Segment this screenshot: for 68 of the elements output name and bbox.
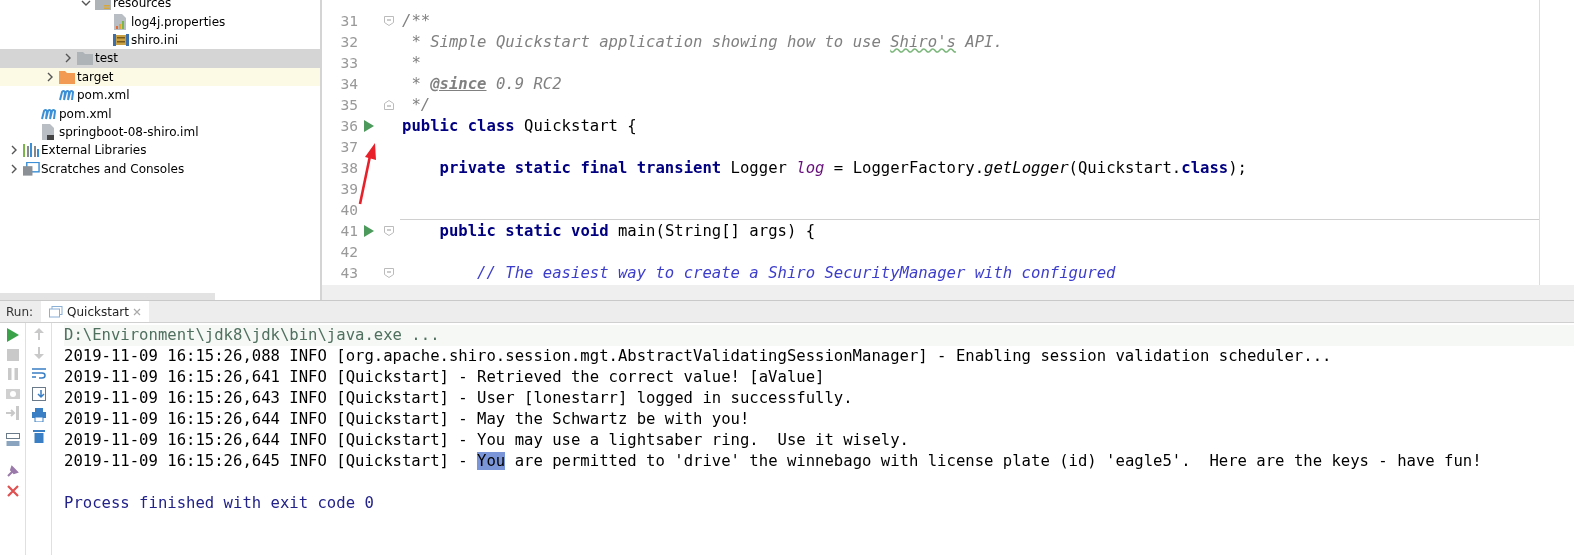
console-line: Process finished with exit code 0 bbox=[64, 494, 374, 512]
fold-icon[interactable] bbox=[384, 99, 394, 110]
tree-item[interactable]: Scratches and Consoles bbox=[0, 159, 320, 178]
line-number: 41 bbox=[339, 222, 358, 239]
tree-item[interactable]: pom.xml bbox=[0, 104, 320, 123]
run-icon[interactable] bbox=[6, 328, 19, 342]
code-line: // The easiest way to create a Shiro SecurityManager with configured bbox=[476, 263, 1116, 282]
line-number: 34 bbox=[339, 75, 358, 92]
tree-item[interactable]: log4j.properties bbox=[0, 12, 320, 31]
console-icon bbox=[23, 161, 40, 176]
code-line: * Simple Quickstart application showing how to use Shiro's API. bbox=[410, 32, 1003, 51]
line-number: 43 bbox=[339, 264, 358, 281]
line-number: 35 bbox=[339, 96, 358, 113]
fold-icon[interactable] bbox=[384, 267, 394, 278]
run-label: Run: bbox=[5, 304, 35, 319]
tree-item[interactable]: External Libraries bbox=[0, 141, 320, 160]
tree-item[interactable]: pom.xml bbox=[0, 85, 320, 105]
line-number: 37 bbox=[339, 138, 358, 155]
console-line: 2019-11-09 16:15:26,643 INFO [Quickstart] - User [lonestarr] logged in successfully. bbox=[64, 389, 853, 407]
properties-file-icon bbox=[113, 13, 127, 30]
console-line: 2019-11-09 16:15:26,644 INFO [Quickstart] - You may use a lightsaber ring. Use it wisely. bbox=[64, 431, 909, 449]
libraries-icon bbox=[23, 143, 39, 158]
tree-item[interactable]: test bbox=[0, 49, 320, 68]
line-number: 40 bbox=[339, 201, 358, 218]
line-number: 33 bbox=[339, 54, 358, 71]
tree-item[interactable]: shiro.ini bbox=[0, 30, 320, 50]
line-number: 36 bbox=[339, 117, 358, 134]
console-line: D:\Environment\jdk8\jdk\bin\java.exe ... bbox=[64, 326, 440, 344]
code-line: * @since 0.9 RC2 bbox=[410, 74, 562, 93]
console-tab[interactable]: Quickstart bbox=[41, 301, 149, 322]
scrollbar[interactable] bbox=[322, 285, 1574, 300]
maven-icon bbox=[41, 107, 57, 120]
code-line: public static void main(String[] args) { bbox=[438, 221, 816, 240]
annotation-arrow bbox=[358, 143, 376, 205]
code-line: /** bbox=[401, 11, 431, 30]
layout-icon[interactable] bbox=[5, 433, 20, 447]
code-line: public class Quickstart { bbox=[401, 116, 637, 135]
scroll-end-icon[interactable] bbox=[31, 387, 46, 401]
config-file-icon bbox=[113, 31, 129, 48]
code-line: */ bbox=[410, 95, 431, 114]
tree-item[interactable]: resources bbox=[0, 0, 320, 13]
fold-icon[interactable] bbox=[384, 225, 394, 236]
trash-icon[interactable] bbox=[32, 429, 45, 443]
console-line: 2019-11-09 16:15:26,644 INFO [Quickstart] - May the Schwartz be with you! bbox=[64, 410, 750, 428]
run-icon[interactable] bbox=[364, 119, 374, 132]
wrap-icon[interactable] bbox=[31, 366, 46, 380]
scrollbar-thumb[interactable] bbox=[0, 293, 215, 300]
console-line: 2019-11-09 16:15:26,641 INFO [Quickstart] - Retrieved the correct value! [aValue] bbox=[64, 368, 825, 386]
line-number: 31 bbox=[339, 12, 358, 29]
fold-icon[interactable] bbox=[384, 15, 394, 26]
code-line: * bbox=[410, 53, 421, 72]
print-icon[interactable] bbox=[31, 408, 46, 422]
resources-folder-icon bbox=[95, 0, 111, 11]
console-line: 2019-11-09 16:15:26,645 INFO [Quickstart] - You are permitted to 'drive' the winnebago with license plate (id) 'eagle5'. Here are the keys - have fun! bbox=[64, 452, 1482, 470]
line-number: 39 bbox=[339, 180, 358, 197]
close-icon[interactable] bbox=[6, 485, 19, 497]
tree-item[interactable]: springboot-08-shiro.iml bbox=[0, 122, 320, 142]
maven-icon bbox=[59, 89, 75, 102]
close-icon[interactable] bbox=[132, 307, 141, 316]
run-icon[interactable] bbox=[364, 224, 374, 237]
console-icon bbox=[49, 305, 64, 318]
line-number: 32 bbox=[339, 33, 358, 50]
pin-icon[interactable] bbox=[5, 464, 20, 478]
console-line: 2019-11-09 16:15:26,088 INFO [org.apache.shiro.session.mgt.AbstractValidatingSessionManager] - Enabling session validation scheduler... bbox=[64, 347, 1332, 365]
module-file-icon bbox=[41, 123, 55, 140]
line-number: 38 bbox=[339, 159, 358, 176]
line-number: 42 bbox=[339, 243, 358, 260]
code-line: private static final transient Logger log = LoggerFactory.getLogger(Quickstart.class); bbox=[438, 158, 1247, 177]
